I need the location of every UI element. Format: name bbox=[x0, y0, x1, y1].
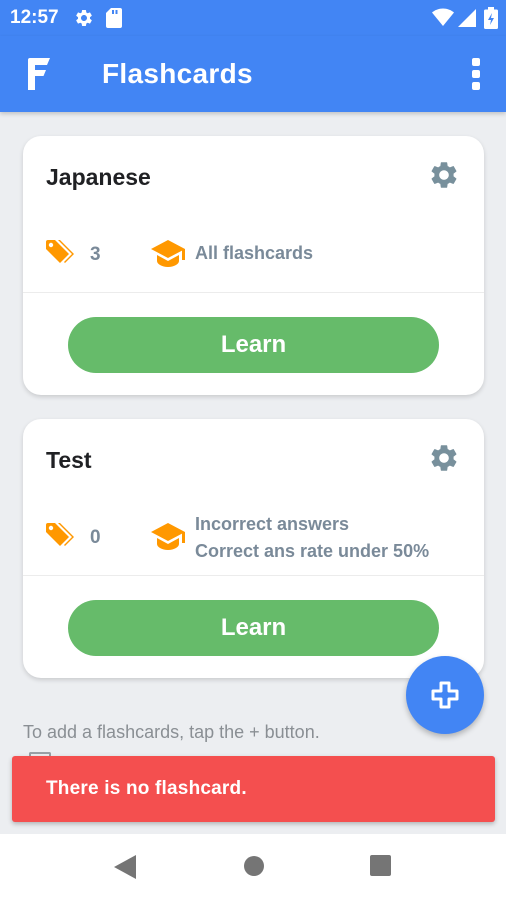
back-icon[interactable] bbox=[114, 855, 136, 884]
app-title: Flashcards bbox=[102, 58, 253, 89]
card-divider bbox=[23, 292, 484, 293]
status-bar: 12:57 bbox=[0, 0, 506, 36]
deck-name: Japanese bbox=[46, 164, 151, 190]
flashcards-logo-icon bbox=[26, 58, 52, 90]
home-icon[interactable] bbox=[243, 855, 265, 882]
add-flashcard-hint: To add a flashcards, tap the + button. bbox=[23, 722, 320, 742]
study-condition: All flashcards bbox=[195, 240, 313, 267]
tag-icon bbox=[46, 523, 78, 551]
deck-name: Test bbox=[46, 447, 92, 473]
graduation-cap-icon bbox=[151, 240, 185, 268]
add-flashcard-fab[interactable] bbox=[406, 656, 484, 734]
deck-card[interactable]: Japanese 3 All flashcards Learn bbox=[23, 136, 484, 395]
tag-icon bbox=[46, 240, 78, 268]
more-vert-icon[interactable] bbox=[462, 56, 490, 92]
condition-line: All flashcards bbox=[195, 243, 314, 263]
snackbar: There is no flashcard. bbox=[12, 756, 495, 822]
graduation-cap-icon bbox=[151, 523, 185, 551]
card-divider bbox=[23, 575, 484, 576]
study-condition: Incorrect answers Correct ans rate under… bbox=[195, 511, 429, 565]
sd-card-icon bbox=[106, 8, 122, 33]
snackbar-message: There is no flashcard. bbox=[46, 778, 247, 799]
battery-icon bbox=[484, 7, 498, 34]
deck-settings-gear-icon[interactable] bbox=[428, 159, 460, 191]
wifi-icon bbox=[432, 8, 454, 31]
condition-line: Incorrect answers bbox=[195, 514, 350, 534]
deck-settings-gear-icon[interactable] bbox=[428, 442, 460, 474]
learn-button[interactable]: Learn bbox=[68, 600, 439, 656]
signal-icon bbox=[458, 9, 476, 32]
condition-line: Correct ans rate under 50% bbox=[195, 541, 430, 561]
deck-card[interactable]: Test 0 Incorrect answers Correct ans rat… bbox=[23, 419, 484, 678]
status-time: 12:57 bbox=[10, 7, 59, 28]
system-nav-bar bbox=[0, 834, 506, 900]
gear-icon bbox=[74, 8, 94, 33]
app-bar: Flashcards bbox=[0, 36, 506, 112]
recents-icon[interactable] bbox=[370, 855, 391, 881]
add-icon bbox=[431, 681, 459, 709]
tag-count: 3 bbox=[90, 244, 101, 265]
tag-count: 0 bbox=[90, 527, 101, 548]
learn-button[interactable]: Learn bbox=[68, 317, 439, 373]
